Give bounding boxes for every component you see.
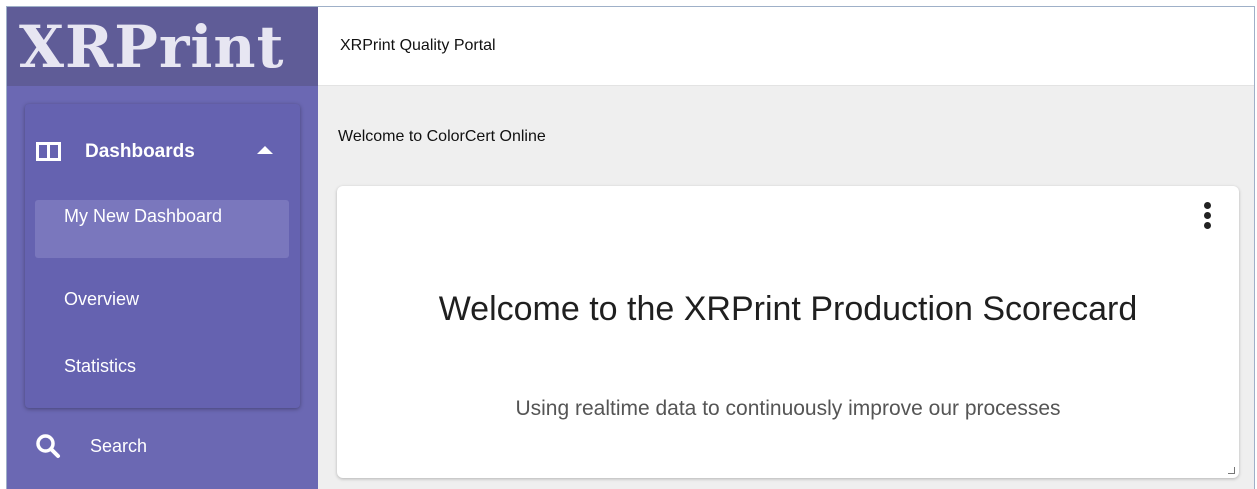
dashboards-nav-panel: Dashboards My New Dashboard Overview Sta… [25, 104, 300, 408]
dashboards-section-label: Dashboards [85, 141, 195, 162]
search-label: Search [90, 436, 148, 456]
page-welcome-text: Welcome to ColorCert Online [338, 128, 546, 145]
sidebar-item-label: Overview [64, 289, 140, 309]
app-window: XRPrint Dashboards My New Dashboard Over… [6, 6, 1255, 489]
dashboard-columns-icon [36, 142, 61, 161]
top-bar: XRPrint Quality Portal [318, 7, 1254, 86]
sidebar: XRPrint Dashboards My New Dashboard Over… [7, 7, 318, 489]
portal-title: XRPrint Quality Portal [340, 37, 496, 54]
sidebar-item-overview[interactable]: Overview [35, 287, 289, 311]
caret-up-icon[interactable] [257, 146, 273, 154]
card-title: Welcome to the XRPrint Production Scorec… [438, 290, 1138, 328]
card-subtitle: Using realtime data to continuously impr… [515, 397, 1061, 420]
resize-handle-icon[interactable] [1228, 467, 1235, 474]
sidebar-item-label: Statistics [64, 356, 137, 376]
main-content: XRPrint Quality Portal Welcome to ColorC… [318, 7, 1254, 489]
search-icon [36, 434, 60, 458]
dashboards-section-toggle[interactable]: Dashboards [25, 129, 300, 173]
sidebar-item-my-new-dashboard[interactable]: My New Dashboard [35, 200, 289, 258]
sidebar-item-label: My New Dashboard [64, 206, 223, 226]
sidebar-item-statistics[interactable]: Statistics [35, 354, 289, 378]
logo-bar: XRPrint [7, 7, 318, 86]
welcome-card: Welcome to the XRPrint Production Scorec… [337, 186, 1239, 478]
sidebar-search[interactable]: Search [25, 430, 300, 466]
app-logo[interactable]: XRPrint [19, 18, 284, 76]
kebab-menu-icon[interactable] [1201, 202, 1213, 232]
